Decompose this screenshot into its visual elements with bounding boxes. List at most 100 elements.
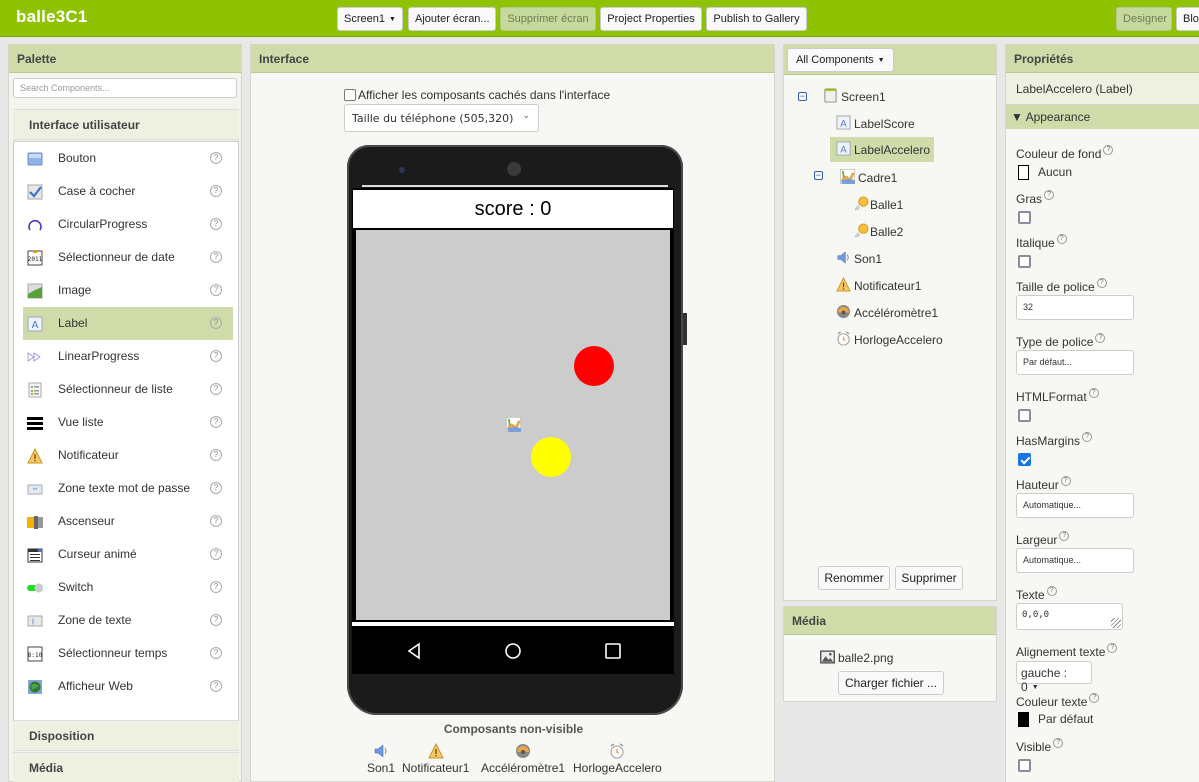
font-size-input[interactable]: 32	[1016, 295, 1134, 320]
section-user-interface[interactable]: Interface utilisateur	[13, 109, 239, 140]
width-input[interactable]: Automatique...	[1016, 548, 1134, 573]
text-align-select[interactable]: gauche : 0 ▼	[1016, 661, 1092, 694]
resize-grip-icon[interactable]	[1111, 618, 1121, 628]
help-icon[interactable]: ?	[1059, 531, 1070, 541]
recents-icon[interactable]	[603, 641, 623, 661]
palette-item-slider[interactable]: Ascenseur ?	[23, 505, 233, 538]
help-icon[interactable]: ?	[210, 482, 222, 494]
selected-component-name: LabelAccelero (Label)	[1006, 73, 1199, 105]
help-icon[interactable]: ?	[1107, 643, 1118, 653]
screen-select-button[interactable]: Screen1 ▼	[337, 7, 403, 31]
publish-gallery-button[interactable]: Publish to Gallery	[706, 7, 807, 31]
search-components-input[interactable]: Search Components...	[13, 78, 237, 98]
section-layout[interactable]: Disposition	[13, 720, 239, 751]
palette-item-time-picker[interactable]: 8:10 Sélectionneur temps ?	[23, 637, 233, 670]
tree-node-labelaccelero[interactable]: A LabelAccelero	[830, 137, 934, 162]
nonvisible-notificateur1[interactable]: Notificateur1	[402, 743, 469, 775]
back-icon[interactable]	[404, 641, 424, 661]
prop-width-label: Largeur?	[1016, 531, 1070, 547]
designer-button[interactable]: Designer	[1116, 7, 1172, 31]
help-icon[interactable]: ?	[210, 416, 222, 428]
help-icon[interactable]: ?	[1088, 388, 1099, 398]
bold-checkbox[interactable]	[1018, 211, 1031, 224]
palette-item-button[interactable]: Bouton ?	[23, 142, 233, 175]
help-icon[interactable]: ?	[1082, 432, 1093, 442]
help-icon[interactable]: ?	[210, 284, 222, 296]
help-icon[interactable]: ?	[1046, 586, 1057, 596]
help-icon[interactable]: ?	[1060, 476, 1071, 486]
palette-item-web-viewer[interactable]: Afficheur Web ?	[23, 670, 233, 703]
help-icon[interactable]: ?	[210, 680, 222, 692]
help-icon[interactable]: ?	[210, 548, 222, 560]
delete-button[interactable]: Supprimer	[895, 566, 963, 590]
project-properties-button[interactable]: Project Properties	[600, 7, 702, 31]
blocks-button[interactable]: Blocks	[1176, 7, 1199, 31]
ball-balle1[interactable]	[574, 346, 614, 386]
text-color-value[interactable]: Par défaut	[1038, 712, 1093, 726]
help-icon[interactable]: ?	[210, 383, 222, 395]
help-icon[interactable]: ?	[1056, 234, 1067, 244]
height-input[interactable]: Automatique...	[1016, 493, 1134, 518]
bg-color-value[interactable]: Aucun	[1038, 165, 1072, 179]
appearance-group-toggle[interactable]: ▼ Appearance	[1006, 105, 1199, 129]
remove-screen-button[interactable]: Supprimer écran	[500, 7, 596, 31]
home-icon[interactable]	[503, 641, 523, 661]
collapse-screen1-toggle[interactable]: −	[798, 92, 807, 101]
label-score[interactable]: score : 0	[353, 190, 673, 228]
font-type-input[interactable]: Par défaut...	[1016, 350, 1134, 375]
help-icon[interactable]: ?	[210, 614, 222, 626]
all-components-filter[interactable]: All Components ▼	[787, 48, 894, 72]
help-icon[interactable]: ?	[210, 185, 222, 197]
media-file-item[interactable]: balle2.png	[820, 650, 893, 665]
canvas-cadre1[interactable]	[356, 230, 670, 620]
palette-item-password-textbox[interactable]: ** Zone texte mot de passe ?	[23, 472, 233, 505]
help-icon[interactable]: ?	[1103, 145, 1114, 155]
palette-item-checkbox[interactable]: Case à cocher ?	[23, 175, 233, 208]
has-margins-checkbox[interactable]	[1018, 453, 1031, 466]
ball-balle2[interactable]	[531, 437, 571, 477]
html-format-checkbox[interactable]	[1018, 409, 1031, 422]
help-icon[interactable]: ?	[210, 647, 222, 659]
help-icon[interactable]: ?	[210, 581, 222, 593]
palette-item-list-view[interactable]: Vue liste ?	[23, 406, 233, 439]
phone-size-select[interactable]: Taille du téléphone (505,320) ⌄	[344, 104, 539, 132]
help-icon[interactable]: ?	[1095, 333, 1106, 343]
palette-item-notifier[interactable]: Notificateur ?	[23, 439, 233, 472]
nonvisible-son1[interactable]: Son1	[367, 743, 395, 775]
help-icon[interactable]: ?	[1089, 693, 1100, 703]
bg-color-swatch[interactable]	[1018, 165, 1029, 180]
visible-checkbox[interactable]	[1018, 759, 1031, 772]
palette-item-textbox[interactable]: I Zone de texte ?	[23, 604, 233, 637]
palette-item-image[interactable]: Image ?	[23, 274, 233, 307]
palette-item-circular-progress[interactable]: CircularProgress ?	[23, 208, 233, 241]
palette-item-linear-progress[interactable]: LinearProgress ?	[23, 340, 233, 373]
help-icon[interactable]: ?	[210, 152, 222, 164]
add-screen-button[interactable]: Ajouter écran...	[408, 7, 496, 31]
help-icon[interactable]: ?	[1044, 190, 1055, 200]
help-icon[interactable]: ?	[1053, 738, 1064, 748]
help-icon[interactable]: ?	[210, 515, 222, 527]
nonvisible-accelerometre1[interactable]: Accéléromètre1	[481, 743, 565, 775]
section-media[interactable]: Média	[13, 752, 239, 782]
palette-item-label-component[interactable]: A Label ?	[23, 307, 233, 340]
text-textarea[interactable]: 0,0,0	[1016, 603, 1123, 630]
help-icon[interactable]: ?	[1096, 278, 1107, 288]
help-icon[interactable]: ?	[210, 251, 222, 263]
palette-item-switch[interactable]: Switch ?	[23, 571, 233, 604]
help-icon[interactable]: ?	[210, 317, 222, 329]
text-color-swatch[interactable]	[1018, 712, 1029, 727]
prop-bg-color-label: Couleur de fond?	[1016, 145, 1114, 161]
italic-checkbox[interactable]	[1018, 255, 1031, 268]
help-icon[interactable]: ?	[210, 350, 222, 362]
help-icon[interactable]: ?	[210, 218, 222, 230]
nonvisible-horlogeaccelero[interactable]: HorlogeAccelero	[573, 743, 662, 775]
components-panel: All Components ▼ − Screen1 A LabelScore A…	[783, 44, 997, 601]
rename-button[interactable]: Renommer	[818, 566, 890, 590]
upload-file-button[interactable]: Charger fichier ...	[838, 671, 944, 695]
palette-item-date-picker[interactable]: 2011 Sélectionneur de date ?	[23, 241, 233, 274]
help-icon[interactable]: ?	[210, 449, 222, 461]
palette-item-spinner[interactable]: Curseur animé ?	[23, 538, 233, 571]
show-hidden-checkbox[interactable]	[344, 89, 356, 101]
collapse-cadre1-toggle[interactable]: −	[814, 171, 823, 180]
palette-item-list-picker[interactable]: Sélectionneur de liste ?	[23, 373, 233, 406]
